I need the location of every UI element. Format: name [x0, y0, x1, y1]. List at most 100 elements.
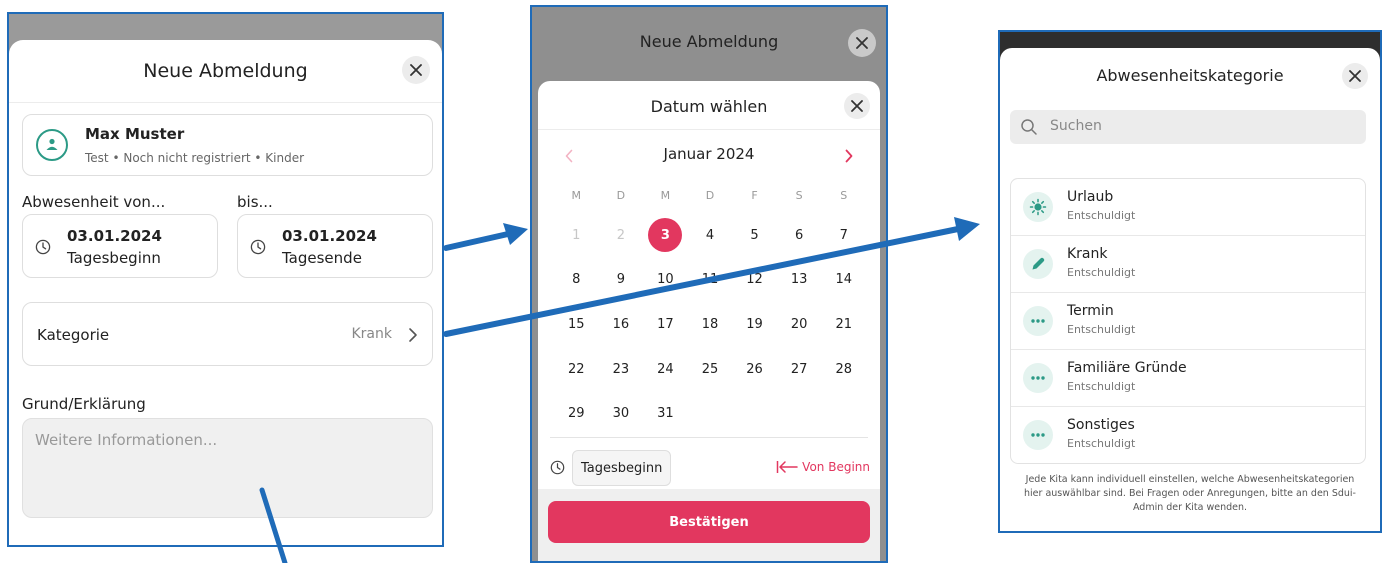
to-label: bis... — [237, 193, 273, 211]
close-icon — [856, 37, 868, 49]
chevron-right-icon — [409, 328, 417, 342]
new-absence-sheet: Neue Abmeldung Max Muster Test • Noch ni… — [9, 40, 442, 545]
pencil-icon — [1032, 257, 1045, 270]
calendar-day[interactable]: 2 — [599, 213, 644, 258]
calendar-day[interactable]: 18 — [688, 302, 733, 347]
calendar-day[interactable]: 26 — [732, 347, 777, 392]
calendar-day[interactable]: 15 — [554, 302, 599, 347]
calendar-day-number: 16 — [612, 316, 630, 332]
calendar-day[interactable]: 4 — [688, 213, 733, 258]
calendar-day[interactable]: 25 — [688, 347, 733, 392]
calendar-day-number: 9 — [616, 272, 625, 288]
close-button[interactable] — [844, 93, 870, 119]
to-date-field[interactable]: 03.01.2024 Tagesende — [237, 214, 433, 278]
category-icon-wrap — [1023, 306, 1053, 336]
category-item-subtitle: Entschuldigt — [1067, 209, 1136, 222]
calendar-day-number: 23 — [612, 361, 630, 377]
calendar-day[interactable]: 9 — [599, 258, 644, 303]
calendar-day[interactable]: 12 — [732, 258, 777, 303]
calendar-day[interactable]: 10 — [643, 258, 688, 303]
category-value: Krank — [351, 326, 393, 342]
calendar-day-number: 10 — [657, 272, 674, 288]
weekday-label: D — [705, 189, 715, 202]
from-time: Tagesbeginn — [67, 249, 161, 267]
calendar-day[interactable]: 14 — [821, 258, 866, 303]
calendar-day[interactable]: 17 — [643, 302, 688, 347]
category-field[interactable]: Kategorie Krank — [22, 302, 433, 366]
category-icon-wrap — [1023, 249, 1053, 279]
category-item-title: Familiäre Gründe — [1067, 360, 1187, 376]
category-item[interactable]: Krank Entschuldigt — [1011, 236, 1365, 293]
calendar-day-number: 17 — [657, 316, 674, 332]
confirm-button[interactable]: Bestätigen — [548, 501, 870, 543]
search-icon — [1021, 119, 1037, 135]
calendar-day[interactable]: 28 — [821, 347, 866, 392]
calendar-day[interactable]: 24 — [643, 347, 688, 392]
calendar-day-selected[interactable]: 3 — [643, 213, 688, 258]
calendar-day-number: 24 — [657, 361, 674, 377]
search-input[interactable]: Suchen — [1010, 110, 1366, 144]
close-button[interactable] — [1342, 63, 1368, 89]
category-item-title: Krank — [1067, 246, 1108, 262]
category-item[interactable]: Urlaub Entschuldigt — [1011, 179, 1365, 236]
from-start-link[interactable]: Von Beginn — [776, 460, 870, 474]
category-item[interactable]: Termin Entschuldigt — [1011, 293, 1365, 350]
calendar-day-number: 28 — [835, 361, 852, 377]
child-card[interactable]: Max Muster Test • Noch nicht registriert… — [22, 114, 433, 176]
calendar-day[interactable]: 31 — [643, 391, 688, 436]
calendar-day-number: 8 — [572, 272, 581, 288]
calendar-day[interactable]: 6 — [777, 213, 822, 258]
calendar-day-number: 26 — [746, 361, 763, 377]
new-absence-panel: Neue Abmeldung Max Muster Test • Noch ni… — [7, 12, 444, 547]
category-item[interactable]: Familiäre Gründe Entschuldigt — [1011, 350, 1365, 407]
footer-area: Bestätigen — [538, 489, 880, 561]
calendar-day-number: 30 — [612, 406, 630, 422]
weekday-label: S — [840, 189, 848, 202]
calendar-day[interactable]: 1 — [554, 213, 599, 258]
category-icon-wrap — [1023, 420, 1053, 450]
sun-icon — [1029, 198, 1047, 216]
calendar-day-number: 27 — [790, 361, 808, 377]
calendar-day[interactable]: 29 — [554, 391, 599, 436]
weekday-label: D — [616, 189, 626, 202]
calendar-day[interactable]: 13 — [777, 258, 822, 303]
from-label: Abwesenheit von... — [22, 193, 166, 211]
calendar-day[interactable]: 11 — [688, 258, 733, 303]
category-item[interactable]: Sonstiges Entschuldigt — [1011, 407, 1365, 463]
category-list: Urlaub Entschuldigt Krank Entschuldigt Termi… — [1010, 178, 1366, 464]
calendar-day[interactable]: 21 — [821, 302, 866, 347]
date-picker-panel: Neue Abmeldung Datum wählen Januar 2024 … — [530, 5, 888, 563]
to-time: Tagesende — [282, 249, 362, 267]
arrow-to-start-icon — [776, 461, 798, 473]
calendar-day-number: 20 — [790, 316, 808, 332]
background-close-button[interactable] — [848, 29, 876, 57]
calendar-day[interactable]: 22 — [554, 347, 599, 392]
calendar-day[interactable]: 27 — [777, 347, 822, 392]
chevron-right-icon[interactable] — [844, 149, 854, 163]
calendar-day-number: 31 — [657, 406, 674, 422]
child-name: Max Muster — [85, 125, 185, 143]
calendar-day[interactable]: 23 — [599, 347, 644, 392]
category-sheet-title: Abwesenheitskategorie — [1096, 66, 1284, 85]
calendar-day-number: 14 — [835, 272, 852, 288]
calendar-day[interactable]: 7 — [821, 213, 866, 258]
calendar-day[interactable]: 8 — [554, 258, 599, 303]
reason-textarea[interactable]: Weitere Informationen... — [22, 418, 433, 518]
calendar-day[interactable]: 20 — [777, 302, 822, 347]
dots-icon — [1031, 433, 1045, 437]
calendar-day[interactable]: 16 — [599, 302, 644, 347]
screenshot-stage: Neue Abmeldung Max Muster Test • Noch ni… — [0, 0, 1389, 563]
category-item-subtitle: Entschuldigt — [1067, 380, 1136, 393]
person-icon — [46, 138, 58, 150]
calendar-day[interactable]: 5 — [732, 213, 777, 258]
calendar-day-number: 6 — [794, 227, 804, 243]
calendar-day[interactable]: 30 — [599, 391, 644, 436]
time-button[interactable]: Tagesbeginn — [572, 450, 672, 486]
weekday-label: F — [751, 189, 758, 202]
calendar-day[interactable]: 19 — [732, 302, 777, 347]
close-button[interactable] — [402, 56, 430, 84]
calendar-day-number: 11 — [701, 272, 719, 288]
from-date-field[interactable]: 03.01.2024 Tagesbeginn — [22, 214, 218, 278]
category-icon-wrap — [1023, 363, 1053, 393]
from-date: 03.01.2024 — [67, 227, 162, 245]
